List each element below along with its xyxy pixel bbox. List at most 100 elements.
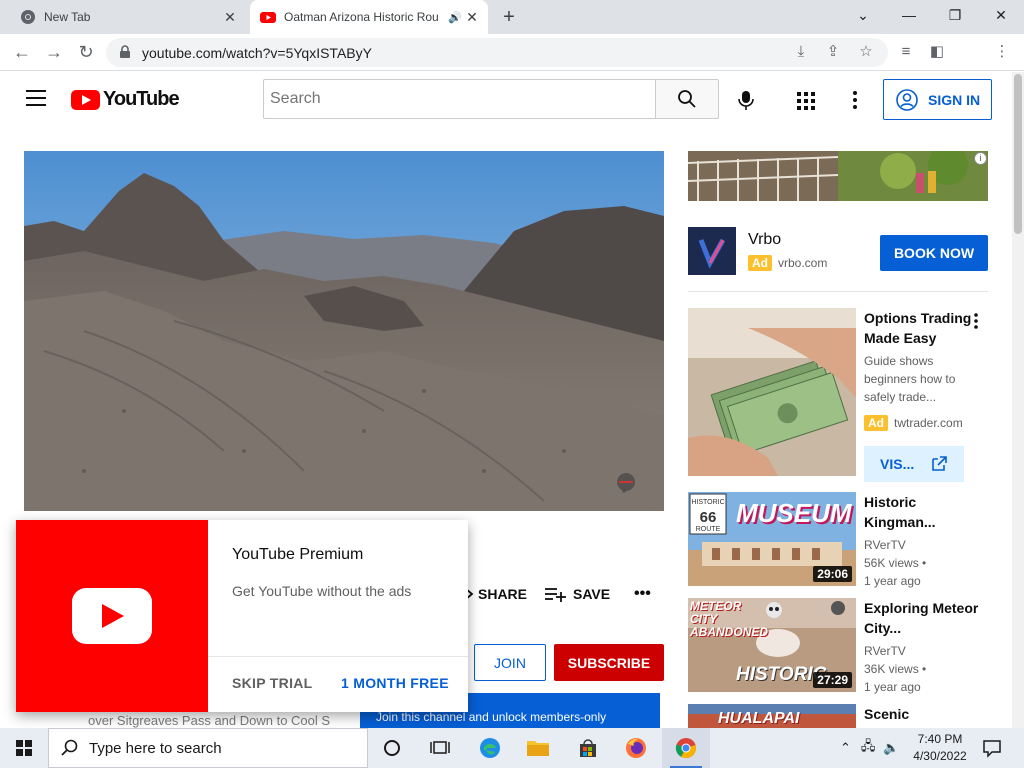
guide-menu-icon[interactable]	[26, 90, 46, 106]
visit-site-button[interactable]: VIS...	[864, 446, 964, 482]
video-thumbnail[interactable]: HUALAPAI	[688, 704, 856, 728]
tab-title: Oatman Arizona Historic Rou	[284, 10, 439, 24]
youtube-play-icon	[72, 588, 152, 644]
thumbnail-text: HUALAPAI	[718, 710, 800, 727]
youtube-logo[interactable]: YouTube	[71, 88, 180, 111]
channel-name[interactable]: RVerTV	[864, 538, 906, 552]
scrollbar-thumb[interactable]	[1014, 74, 1022, 234]
cortana-icon[interactable]	[368, 728, 416, 768]
vrbo-logo[interactable]	[688, 227, 736, 275]
sign-in-button[interactable]: SIGN IN	[883, 79, 992, 120]
lock-icon	[120, 45, 130, 58]
volume-icon[interactable]: 🔈	[883, 740, 899, 756]
install-app-icon[interactable]: ⤓	[790, 41, 812, 63]
taskbar-search-box[interactable]: Type here to search	[48, 728, 368, 768]
playlist-add-icon	[545, 588, 566, 602]
month-free-button[interactable]: 1 MONTH FREE	[341, 675, 449, 691]
page-scrollbar[interactable]	[1012, 72, 1024, 728]
tab-youtube-video[interactable]: Oatman Arizona Historic Rou 🔊 ✕	[250, 0, 488, 34]
microphone-icon[interactable]	[735, 89, 757, 111]
ad-thumbnail[interactable]	[688, 308, 856, 476]
taskbar-search-placeholder: Type here to search	[89, 739, 222, 757]
video-thumbnail[interactable]: METEOR CITY ABANDONED HISTORIC 27:29	[688, 598, 856, 692]
speaker-icon[interactable]: 🔊	[448, 11, 462, 24]
recommended-video[interactable]: HUALAPAI Scenic	[688, 704, 998, 728]
microsoft-store-icon[interactable]	[564, 728, 612, 768]
reload-button[interactable]: ↻	[74, 40, 98, 64]
taskbar-clock[interactable]: 7:40 PM 4/30/2022	[906, 731, 974, 765]
ad-title[interactable]: Options Trading Made Easy	[864, 308, 974, 348]
search-input[interactable]	[263, 79, 656, 119]
channel-watermark-icon[interactable]	[613, 471, 639, 493]
windows-start-icon[interactable]	[0, 728, 48, 768]
edge-icon[interactable]	[466, 728, 514, 768]
video-thumbnail[interactable]: HISTORIC 66 ROUTE MUSEUM 29:06	[688, 492, 856, 586]
ad-info-icon[interactable]: i	[974, 152, 987, 165]
ad-menu-icon[interactable]	[971, 312, 981, 330]
network-icon[interactable]: 🖧	[861, 737, 876, 759]
tray-chevron-icon[interactable]: ⌃	[840, 740, 851, 756]
search-button[interactable]	[655, 79, 719, 119]
ad-meta: Ad vrbo.com	[748, 255, 827, 271]
skip-trial-button[interactable]: SKIP TRIAL	[232, 675, 313, 691]
save-button[interactable]: SAVE	[545, 584, 610, 604]
share-page-icon[interactable]: ⇪	[822, 41, 844, 63]
svg-text:HISTORIC: HISTORIC	[691, 499, 724, 506]
window-close-button[interactable]: ✕	[978, 0, 1024, 32]
promo-art	[16, 520, 208, 712]
cortana-circle	[384, 740, 400, 756]
ad-domain: twtrader.com	[894, 416, 963, 430]
notifications-icon[interactable]	[980, 736, 1004, 760]
sidebar-ad-card[interactable]: Options Trading Made Easy Guide shows be…	[688, 308, 998, 482]
join-button[interactable]: JOIN	[474, 644, 546, 681]
video-title[interactable]: Exploring Meteor City...	[864, 598, 984, 638]
folder-glyph	[527, 741, 549, 756]
video-title[interactable]: Scenic	[864, 704, 984, 724]
more-actions-icon[interactable]: •••	[634, 585, 654, 602]
settings-more-icon[interactable]	[846, 89, 864, 111]
view-count: 36K views •	[864, 662, 927, 676]
back-button[interactable]: ←	[10, 40, 34, 64]
sign-in-label: SIGN IN	[928, 91, 981, 108]
channel-name[interactable]: RVerTV	[864, 644, 906, 658]
chrome-menu-icon[interactable]: ⋮	[991, 41, 1013, 63]
media-control-icon[interactable]: ≡	[895, 41, 917, 63]
chrome-icon	[21, 10, 35, 24]
ad-advertiser-name[interactable]: Vrbo	[748, 231, 781, 249]
subscribe-button[interactable]: SUBSCRIBE	[554, 644, 664, 681]
video-player[interactable]	[24, 151, 664, 511]
close-tab-icon[interactable]: ✕	[464, 9, 480, 25]
youtube-logo-icon	[71, 89, 100, 110]
ad-banner-art	[688, 151, 988, 201]
restore-button[interactable]: ❐	[932, 0, 978, 32]
tab-new-tab[interactable]: New Tab ✕	[8, 0, 246, 34]
video-frame-desert-mountains	[24, 151, 664, 511]
browser-toolbar: ← → ↻ youtube.com/watch?v=5YqxISTAByY ⤓ …	[0, 34, 1024, 95]
new-tab-button[interactable]: +	[498, 6, 520, 28]
ad-domain: vrbo.com	[778, 256, 828, 270]
youtube-favicon	[260, 12, 276, 23]
minimize-button[interactable]: —	[886, 0, 932, 32]
external-link-icon	[932, 456, 947, 471]
recommended-video[interactable]: METEOR CITY ABANDONED HISTORIC 27:29 Exp…	[688, 598, 998, 694]
svg-text:ROUTE: ROUTE	[696, 526, 721, 533]
share-label: SHARE	[478, 586, 528, 602]
address-bar[interactable]: youtube.com/watch?v=5YqxISTAByY	[106, 38, 888, 67]
book-now-button[interactable]: BOOK NOW	[880, 235, 988, 271]
side-panel-icon[interactable]: ◧	[926, 41, 948, 63]
firefox-icon[interactable]	[612, 728, 660, 768]
video-title[interactable]: Historic Kingman...	[864, 492, 984, 532]
youtube-logo-text: YouTube	[103, 88, 180, 110]
apps-grid-icon[interactable]	[796, 91, 816, 111]
firefox-glyph	[626, 738, 646, 758]
forward-button[interactable]: →	[42, 40, 66, 64]
tab-search-icon[interactable]: ⌄	[840, 0, 886, 32]
promo-title: YouTube Premium	[232, 546, 364, 563]
recommended-video[interactable]: HISTORIC 66 ROUTE MUSEUM 29:06 Historic …	[688, 492, 998, 588]
chrome-taskbar-icon[interactable]	[662, 728, 710, 768]
task-view-icon[interactable]	[416, 728, 464, 768]
file-explorer-icon[interactable]	[514, 728, 562, 768]
ad-banner-image[interactable]	[688, 151, 988, 201]
close-tab-icon[interactable]: ✕	[222, 9, 238, 25]
bookmark-star-icon[interactable]: ☆	[855, 41, 877, 63]
